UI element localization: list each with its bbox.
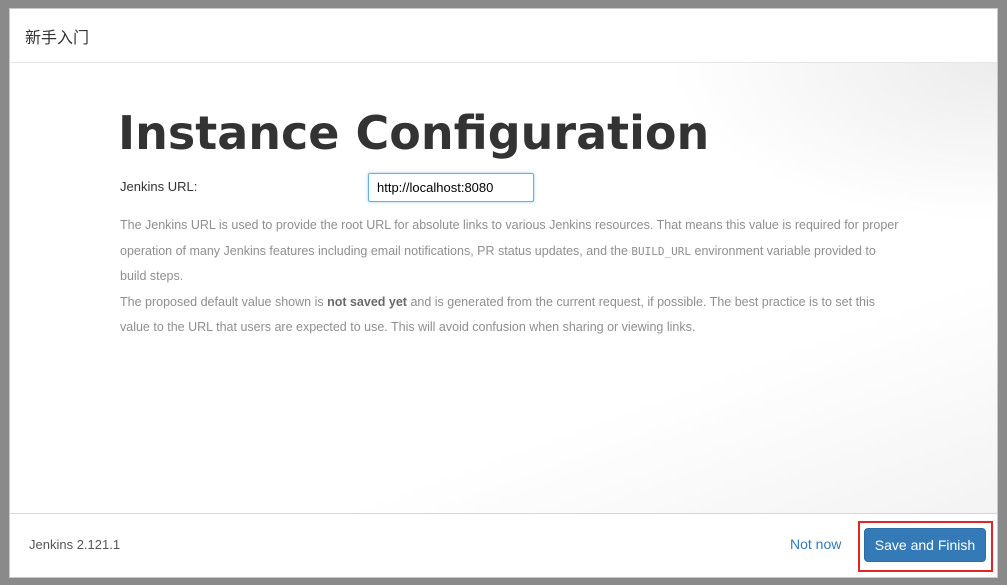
setup-wizard-dialog: 新手入门 Instance Configuration Jenkins URL:…: [9, 8, 998, 578]
save-and-finish-button[interactable]: Save and Finish: [864, 528, 986, 562]
help-paragraph-url: The Jenkins URL is used to provide the r…: [120, 218, 899, 283]
help-paragraph-default: The proposed default value shown is not …: [120, 294, 876, 335]
background-shade: [667, 63, 997, 223]
jenkins-url-input[interactable]: [368, 173, 534, 202]
not-now-button[interactable]: Not now: [790, 536, 841, 552]
jenkins-url-label: Jenkins URL:: [120, 179, 198, 194]
dialog-header: 新手入门: [10, 9, 997, 63]
dialog-body: Instance Configuration Jenkins URL: The …: [10, 63, 997, 515]
dialog-footer: Jenkins 2.121.1 Not now Save and Finish: [10, 513, 997, 577]
page-title: Instance Configuration: [118, 106, 710, 160]
help-text: The Jenkins URL is used to provide the r…: [120, 213, 900, 341]
build-url-code: BUILD_URL: [631, 244, 692, 258]
jenkins-version: Jenkins 2.121.1: [29, 537, 121, 552]
dialog-title: 新手入门: [25, 28, 90, 47]
not-saved-emphasis: not saved yet: [327, 294, 407, 309]
